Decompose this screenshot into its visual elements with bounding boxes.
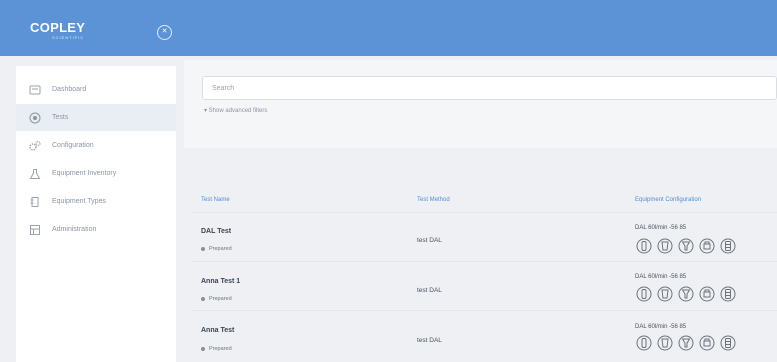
inhaler-icon bbox=[636, 335, 652, 351]
collection-tube-icon bbox=[699, 335, 715, 351]
status-text: Prepared bbox=[209, 296, 232, 302]
test-method: test DAL bbox=[417, 287, 442, 294]
status-text: Prepared bbox=[209, 246, 232, 252]
adapter-icon bbox=[678, 286, 694, 302]
row-divider bbox=[192, 261, 777, 262]
grid-icon bbox=[29, 224, 41, 236]
equipment-icons bbox=[636, 286, 741, 302]
show-advanced-filters-link[interactable]: ▾ Show advanced filters bbox=[204, 107, 267, 114]
test-name[interactable]: Anna Test 1 bbox=[201, 278, 240, 285]
equipment-icons bbox=[636, 335, 741, 351]
gears-icon bbox=[29, 140, 41, 152]
filter-icon bbox=[720, 286, 736, 302]
test-method: test DAL bbox=[417, 237, 442, 244]
search-input[interactable]: Search bbox=[202, 76, 777, 100]
sidebar-item-administration[interactable]: Administration bbox=[16, 216, 176, 243]
equipment-config: DAL 60l/min -56 85 bbox=[635, 324, 687, 330]
column-header-equipment-configuration[interactable]: Equipment Configuration bbox=[635, 197, 701, 203]
target-icon bbox=[29, 112, 41, 124]
filter-icon bbox=[720, 238, 736, 254]
inhaler-icon bbox=[636, 238, 652, 254]
status-dot bbox=[201, 347, 205, 351]
filter-icon bbox=[720, 335, 736, 351]
collection-tube-icon bbox=[699, 286, 715, 302]
dashboard-icon bbox=[29, 84, 41, 96]
copley-logo[interactable]: COPLEY SCIENTIFIC bbox=[30, 20, 85, 40]
sidebar-item-label: Equipment Types bbox=[52, 198, 106, 205]
status-dot bbox=[201, 247, 205, 251]
equipment-config: DAL 60l/min -56 85 bbox=[635, 274, 687, 280]
adapter-icon bbox=[678, 335, 694, 351]
status-badge: Prepared bbox=[201, 346, 232, 352]
top-bar: COPLEY SCIENTIFIC ✕ bbox=[0, 0, 777, 56]
adapter-icon bbox=[678, 238, 694, 254]
sidebar-item-label: Equipment Inventory bbox=[52, 170, 117, 177]
equipment-icons bbox=[636, 238, 741, 254]
search-panel: Search ▾ Show advanced filters bbox=[184, 60, 777, 148]
logo-text: COPLEY bbox=[30, 20, 86, 35]
mouthpiece-icon bbox=[657, 238, 673, 254]
sidebar: Dashboard Tests Configuration Equipment … bbox=[16, 66, 176, 362]
sidebar-item-label: Tests bbox=[52, 114, 69, 121]
row-divider bbox=[192, 310, 777, 311]
collection-tube-icon bbox=[699, 238, 715, 254]
status-badge: Prepared bbox=[201, 246, 232, 252]
status-dot bbox=[201, 297, 205, 301]
sidebar-item-tests[interactable]: Tests bbox=[16, 104, 176, 131]
status-text: Prepared bbox=[209, 346, 232, 352]
sidebar-item-label: Administration bbox=[52, 226, 97, 233]
inhaler-icon bbox=[636, 286, 652, 302]
column-header-test-method[interactable]: Test Method bbox=[417, 197, 450, 203]
sidebar-item-dashboard[interactable]: Dashboard bbox=[16, 76, 176, 103]
test-name[interactable]: DAL Test bbox=[201, 228, 231, 235]
row-divider bbox=[192, 212, 777, 213]
flask-icon bbox=[29, 168, 41, 180]
close-circle-icon[interactable]: ✕ bbox=[157, 25, 172, 40]
logo-subtext: SCIENTIFIC bbox=[52, 35, 85, 40]
test-name[interactable]: Anna Test bbox=[201, 327, 234, 334]
sidebar-item-label: Dashboard bbox=[52, 86, 87, 93]
sidebar-item-equipment-types[interactable]: Equipment Types bbox=[16, 188, 176, 215]
test-method: test DAL bbox=[417, 337, 442, 344]
main-content: Search ▾ Show advanced filters Test Name… bbox=[184, 60, 777, 362]
document-icon bbox=[29, 196, 41, 208]
mouthpiece-icon bbox=[657, 286, 673, 302]
column-header-test-name[interactable]: Test Name bbox=[201, 197, 230, 203]
mouthpiece-icon bbox=[657, 335, 673, 351]
status-badge: Prepared bbox=[201, 296, 232, 302]
sidebar-item-equipment-inventory[interactable]: Equipment Inventory bbox=[16, 160, 176, 187]
sidebar-item-configuration[interactable]: Configuration bbox=[16, 132, 176, 159]
equipment-config: DAL 60l/min -56 85 bbox=[635, 225, 687, 231]
sidebar-item-label: Configuration bbox=[52, 142, 94, 149]
